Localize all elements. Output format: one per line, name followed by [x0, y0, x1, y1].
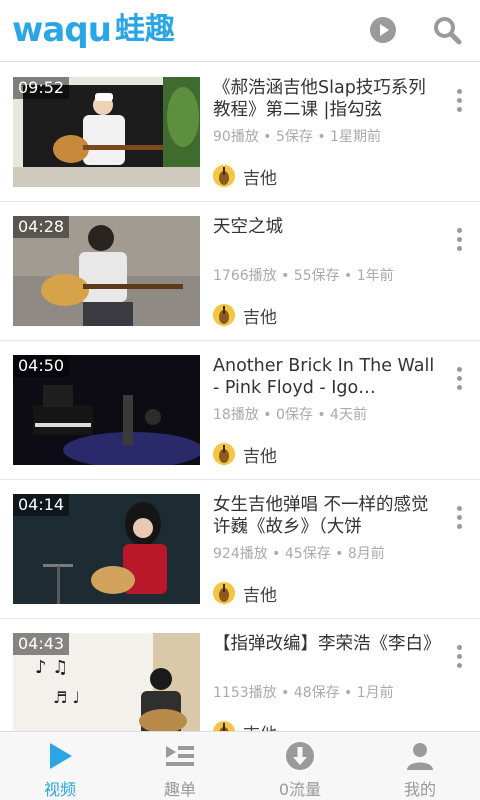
video-duration: 04:28	[13, 216, 70, 238]
channel-avatar	[213, 582, 235, 604]
video-title[interactable]: 女生吉他弹唱 不一样的感觉 许巍《故乡》（大饼	[213, 494, 435, 538]
tab-videos[interactable]: 视频	[0, 732, 120, 800]
video-thumbnail[interactable]: 04:14	[13, 494, 200, 604]
video-stats: 1153播放 • 48保存 • 1月前	[213, 685, 394, 701]
video-duration: 04:50	[13, 355, 70, 377]
tab-label: 趣单	[163, 780, 196, 799]
play-triangle-icon	[44, 740, 76, 772]
video-stats: 18播放 • 0保存 • 4天前	[213, 407, 367, 423]
play-circle-icon[interactable]	[368, 15, 398, 45]
video-duration: 04:14	[13, 494, 70, 516]
logo-chinese: 蛙趣	[114, 12, 175, 47]
more-options-icon[interactable]	[454, 89, 464, 119]
tab-label: 0流量	[278, 780, 322, 799]
tab-offline[interactable]: 0流量	[240, 732, 360, 800]
video-stats: 924播放 • 45保存 • 8月前	[213, 546, 385, 562]
video-thumbnail[interactable]: 09:52	[13, 77, 200, 187]
channel-name: 吉他	[243, 585, 277, 606]
video-item[interactable]: 04:50 Another Brick In The Wall - Pink F…	[0, 341, 480, 480]
video-item[interactable]: 04:28 天空之城 1766播放 • 55保存 • 1年前 吉他	[0, 202, 480, 341]
video-duration: 04:43	[13, 633, 70, 655]
video-item[interactable]: 04:14 女生吉他弹唱 不一样的感觉 许巍《故乡》（大饼 924播放 • 45…	[0, 480, 480, 619]
video-thumbnail[interactable]: ♪ ♫ ♬ ♩ 04:43	[13, 633, 200, 731]
more-options-icon[interactable]	[454, 367, 464, 397]
video-title[interactable]: Another Brick In The Wall - Pink Floyd -…	[213, 355, 435, 399]
channel-avatar	[213, 165, 235, 187]
channel-avatar	[213, 304, 235, 326]
more-options-icon[interactable]	[454, 645, 464, 675]
channel-name: 吉他	[243, 720, 277, 732]
channel-name: 吉他	[243, 168, 277, 189]
channel-name: 吉他	[243, 446, 277, 467]
video-title[interactable]: 《郝浩涵吉他Slap技巧系列教程》第二课 |指勾弦	[213, 77, 435, 121]
channel-link[interactable]: 吉他	[213, 303, 277, 328]
channel-name: 吉他	[243, 307, 277, 328]
tab-playlists[interactable]: 趣单	[120, 732, 240, 800]
tab-profile[interactable]: 我的	[360, 732, 480, 800]
svg-text:♬ ♩: ♬ ♩	[53, 688, 80, 707]
channel-link[interactable]: 吉他	[213, 581, 277, 606]
channel-avatar	[213, 721, 235, 731]
bottom-tab-bar: 视频 趣单 0流量 我的	[0, 731, 480, 800]
logo-latin: waqu	[12, 10, 112, 50]
tab-label: 视频	[43, 780, 76, 799]
video-thumbnail[interactable]: 04:28	[13, 216, 200, 326]
video-stats: 1766播放 • 55保存 • 1年前	[213, 268, 394, 284]
playlist-icon	[164, 740, 196, 772]
app-logo: waqu 蛙趣	[12, 10, 175, 50]
video-item[interactable]: 09:52 《郝浩涵吉他Slap技巧系列教程》第二课 |指勾弦 90播放 • 5…	[0, 63, 480, 202]
video-item[interactable]: ♪ ♫ ♬ ♩ 04:43 【指弹改编】李荣浩《李白》 1153播放 • 48保…	[0, 619, 480, 731]
channel-link[interactable]: 吉他	[213, 442, 277, 467]
video-stats: 90播放 • 5保存 • 1星期前	[213, 129, 381, 145]
tab-label: 我的	[403, 780, 436, 799]
channel-avatar	[213, 443, 235, 465]
download-circle-icon	[284, 740, 316, 772]
channel-link[interactable]: 吉他	[213, 720, 277, 731]
video-list[interactable]: 09:52 《郝浩涵吉他Slap技巧系列教程》第二课 |指勾弦 90播放 • 5…	[0, 63, 480, 731]
video-title[interactable]: 【指弹改编】李荣浩《李白》	[213, 633, 435, 655]
svg-text:♪ ♫: ♪ ♫	[35, 657, 68, 678]
user-icon	[404, 740, 436, 772]
channel-link[interactable]: 吉他	[213, 164, 277, 189]
more-options-icon[interactable]	[454, 228, 464, 258]
search-icon[interactable]	[432, 15, 462, 45]
more-options-icon[interactable]	[454, 506, 464, 536]
video-thumbnail[interactable]: 04:50	[13, 355, 200, 465]
video-title[interactable]: 天空之城	[213, 216, 435, 238]
app-header: waqu 蛙趣	[0, 0, 480, 62]
video-duration: 09:52	[13, 77, 70, 99]
